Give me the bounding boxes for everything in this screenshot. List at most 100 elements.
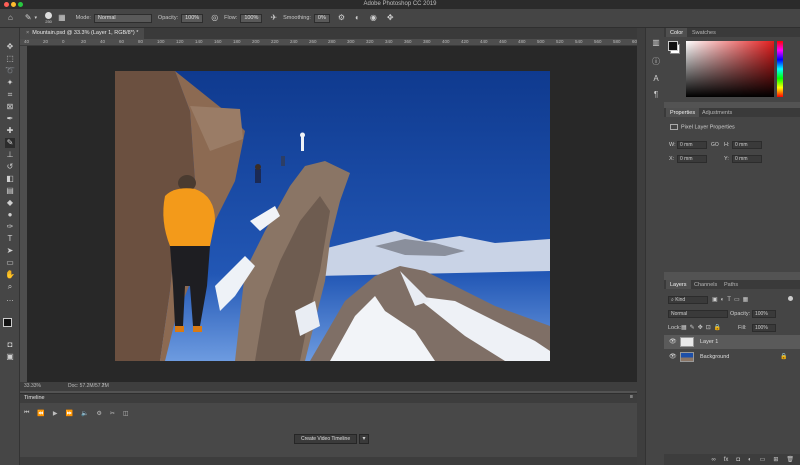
mode-dropdown[interactable]: Normal <box>93 13 152 23</box>
frame-tool-icon[interactable]: ⊠ <box>5 102 15 112</box>
brush-angle-icon[interactable]: ◐ <box>355 14 360 22</box>
next-frame-icon[interactable]: ⏩ <box>66 410 73 417</box>
stamp-tool-icon[interactable]: ⊥ <box>5 150 15 160</box>
shape-tool-icon[interactable]: ▭ <box>5 258 15 268</box>
layer-row-background[interactable]: 👁 Background 🔒 <box>664 350 800 364</box>
tab-properties[interactable]: Properties <box>666 108 700 117</box>
eyedropper-tool-icon[interactable]: ✒ <box>5 114 15 124</box>
tab-adjustments[interactable]: Adjustments <box>698 108 736 117</box>
status-menu-icon[interactable]: › <box>102 382 104 388</box>
play-icon[interactable]: ▶ <box>53 410 58 417</box>
layer-row-layer1[interactable]: 👁 Layer 1 <box>664 335 800 349</box>
airbrush-icon[interactable]: ✈ <box>270 14 277 22</box>
y-field[interactable]: 0 mm <box>732 155 762 163</box>
lasso-tool-icon[interactable]: ➰ <box>5 66 15 76</box>
brush-settings-icon[interactable]: ▦ <box>58 14 66 22</box>
horizontal-ruler[interactable]: 40 20 0 20 40 60 80 100 120 140 160 180 200 220 240 260… <box>20 39 637 46</box>
move-tool-icon[interactable]: ✥ <box>5 42 15 52</box>
gradient-tool-icon[interactable]: ▤ <box>5 186 15 196</box>
layer-filter-icons[interactable]: ▣◐T▭▦ <box>712 296 751 303</box>
eye-icon[interactable]: 👁 <box>669 338 677 345</box>
timeline-settings-icon[interactable]: ⚙ <box>96 410 101 417</box>
zoom-level[interactable]: 33.33% <box>24 383 41 389</box>
link-dimensions-icon[interactable]: GO <box>711 142 719 148</box>
layer-name[interactable]: Background <box>700 354 729 360</box>
gear-icon[interactable]: ⚙ <box>338 14 345 22</box>
new-layer-icon[interactable]: ⊞ <box>773 456 778 463</box>
history-brush-tool-icon[interactable]: ↺ <box>5 162 15 172</box>
tab-layers[interactable]: Layers <box>666 280 691 289</box>
pressure-opacity-icon[interactable]: ◎ <box>211 14 218 22</box>
width-label: W: <box>669 142 676 148</box>
tab-swatches[interactable]: Swatches <box>688 28 720 37</box>
marquee-tool-icon[interactable]: ⬚ <box>5 54 15 64</box>
type-tool-icon[interactable]: T <box>5 234 15 244</box>
trash-icon[interactable]: 🗑 <box>786 456 794 463</box>
pressure-size-icon[interactable]: ◉ <box>370 14 377 22</box>
flow-field[interactable]: 100% <box>240 13 263 23</box>
info-panel-icon[interactable]: ⓘ <box>651 56 661 67</box>
zoom-tool-icon[interactable]: ⌕ <box>5 282 15 292</box>
close-tab-icon[interactable]: × <box>26 30 29 36</box>
fill-field[interactable]: 100% <box>752 324 776 332</box>
pen-tool-icon[interactable]: ✑ <box>5 222 15 232</box>
path-select-tool-icon[interactable]: ➤ <box>5 246 15 256</box>
adjustment-icon[interactable]: ◐ <box>748 457 752 463</box>
width-field[interactable]: 0 mm <box>677 141 707 149</box>
brush-tool-icon[interactable]: ✎ <box>5 138 15 148</box>
timeline-controls: ⏮ ⏪ ▶ ⏩ 🔈 ⚙ ✂ ◫ <box>24 410 129 417</box>
fx-icon[interactable]: fx <box>724 457 729 463</box>
layer-name[interactable]: Layer 1 <box>700 339 718 345</box>
create-video-timeline-button[interactable]: Create Video Timeline <box>294 434 358 444</box>
lock-icons[interactable]: ▦✎✥⊡🔒 <box>681 324 724 331</box>
panel-menu-icon[interactable]: ≡ <box>630 394 633 400</box>
link-icon[interactable]: ∞ <box>711 457 715 463</box>
tab-color[interactable]: Color <box>666 28 688 37</box>
panel-collapse-strip[interactable] <box>637 28 645 465</box>
foreground-color-chip[interactable] <box>668 41 678 51</box>
eye-icon[interactable]: 👁 <box>669 353 677 360</box>
height-field[interactable]: 0 mm <box>732 141 762 149</box>
blend-mode-dropdown[interactable]: Normal <box>668 310 728 318</box>
layer-opacity-field[interactable]: 100% <box>752 310 776 318</box>
more-tools-icon[interactable]: … <box>5 294 15 304</box>
color-field[interactable] <box>686 41 774 97</box>
previous-frame-icon[interactable]: ⏪ <box>37 410 44 417</box>
screen-mode-icon[interactable]: ▣ <box>5 352 15 362</box>
brush-preset-picker[interactable]: 250 <box>45 12 53 24</box>
document-canvas[interactable] <box>115 71 550 361</box>
tab-paths[interactable]: Paths <box>720 280 742 289</box>
first-frame-icon[interactable]: ⏮ <box>24 410 29 417</box>
smoothing-field[interactable]: 0% <box>313 13 330 23</box>
tab-channels[interactable]: Channels <box>690 280 721 289</box>
hand-tool-icon[interactable]: ✋ <box>5 270 15 280</box>
opacity-field[interactable]: 100% <box>181 13 204 23</box>
audio-icon[interactable]: 🔈 <box>81 410 88 417</box>
home-icon[interactable]: ⌂ <box>8 14 13 22</box>
layer-filter-dropdown[interactable]: ⌕ Kind <box>668 296 708 304</box>
brush-tool-icon[interactable]: ✎ <box>25 14 32 22</box>
folder-icon[interactable]: ▭ <box>760 456 766 463</box>
transition-icon[interactable]: ◫ <box>123 410 129 417</box>
quick-select-tool-icon[interactable]: ✦ <box>5 78 15 88</box>
character-panel-icon[interactable]: A <box>651 74 661 83</box>
vertical-ruler[interactable] <box>20 46 27 382</box>
chevron-down-icon[interactable]: ▾ <box>35 14 38 22</box>
blur-tool-icon[interactable]: ◆ <box>5 198 15 208</box>
filter-toggle-icon[interactable] <box>788 296 793 301</box>
healing-tool-icon[interactable]: ✚ <box>5 126 15 136</box>
mask-icon[interactable]: ◘ <box>736 457 740 463</box>
paragraph-panel-icon[interactable]: ¶ <box>651 90 661 99</box>
document-tab[interactable]: × Mountain.psd @ 33.3% (Layer 1, RGB/8*) … <box>20 28 145 39</box>
eraser-tool-icon[interactable]: ◧ <box>5 174 15 184</box>
symmetry-icon[interactable]: ✥ <box>387 14 394 22</box>
split-icon[interactable]: ✂ <box>110 410 115 417</box>
foreground-color-swatch[interactable] <box>3 318 12 327</box>
hue-slider[interactable] <box>777 41 783 97</box>
dodge-tool-icon[interactable]: ● <box>5 210 15 220</box>
chevron-down-icon[interactable]: ▾ <box>359 434 369 444</box>
crop-tool-icon[interactable]: ⌗ <box>5 90 15 100</box>
x-field[interactable]: 0 mm <box>677 155 707 163</box>
quick-mask-icon[interactable]: ◘ <box>5 340 15 350</box>
history-panel-icon[interactable]: ▥ <box>651 38 661 47</box>
